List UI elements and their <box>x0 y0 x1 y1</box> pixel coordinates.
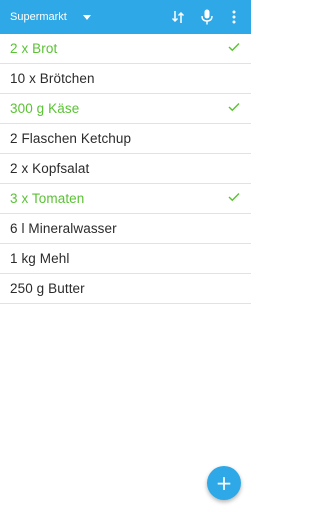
list-item[interactable]: 2 x Brot <box>0 34 251 64</box>
item-label: 10 x Brötchen <box>10 71 95 86</box>
list-title: Supermarkt <box>10 11 67 23</box>
item-label: 2 x Kopfsalat <box>10 161 90 176</box>
check-icon <box>228 192 240 202</box>
list-item[interactable]: 1 kg Mehl <box>0 244 251 274</box>
sort-icon[interactable] <box>166 0 190 34</box>
list-selector[interactable]: Supermarkt <box>10 0 91 34</box>
shopping-list: 2 x Brot 10 x Brötchen 300 g Käse 2 Flasche… <box>0 34 251 304</box>
add-item-button[interactable]: + <box>207 466 241 500</box>
list-item[interactable]: 2 Flaschen Ketchup <box>0 124 251 154</box>
item-label: 6 l Mineralwasser <box>10 221 117 236</box>
item-label: 1 kg Mehl <box>10 251 70 266</box>
list-item[interactable]: 6 l Mineralwasser <box>0 214 251 244</box>
list-item[interactable]: 10 x Brötchen <box>0 64 251 94</box>
microphone-icon[interactable] <box>195 0 219 34</box>
check-icon <box>228 42 240 52</box>
app-bar: Supermarkt <box>0 0 251 34</box>
list-item[interactable]: 250 g Butter <box>0 274 251 304</box>
more-vert-icon[interactable] <box>222 0 246 34</box>
check-icon <box>228 102 240 112</box>
item-label: 2 Flaschen Ketchup <box>10 131 132 146</box>
list-item[interactable]: 3 x Tomaten <box>0 184 251 214</box>
list-item[interactable]: 300 g Käse <box>0 94 251 124</box>
item-label: 300 g Käse <box>10 101 80 116</box>
plus-icon: + <box>215 471 233 495</box>
item-label: 2 x Brot <box>10 41 58 56</box>
item-label: 250 g Butter <box>10 281 85 296</box>
list-item[interactable]: 2 x Kopfsalat <box>0 154 251 184</box>
dropdown-icon <box>82 14 91 20</box>
item-label: 3 x Tomaten <box>10 191 85 206</box>
